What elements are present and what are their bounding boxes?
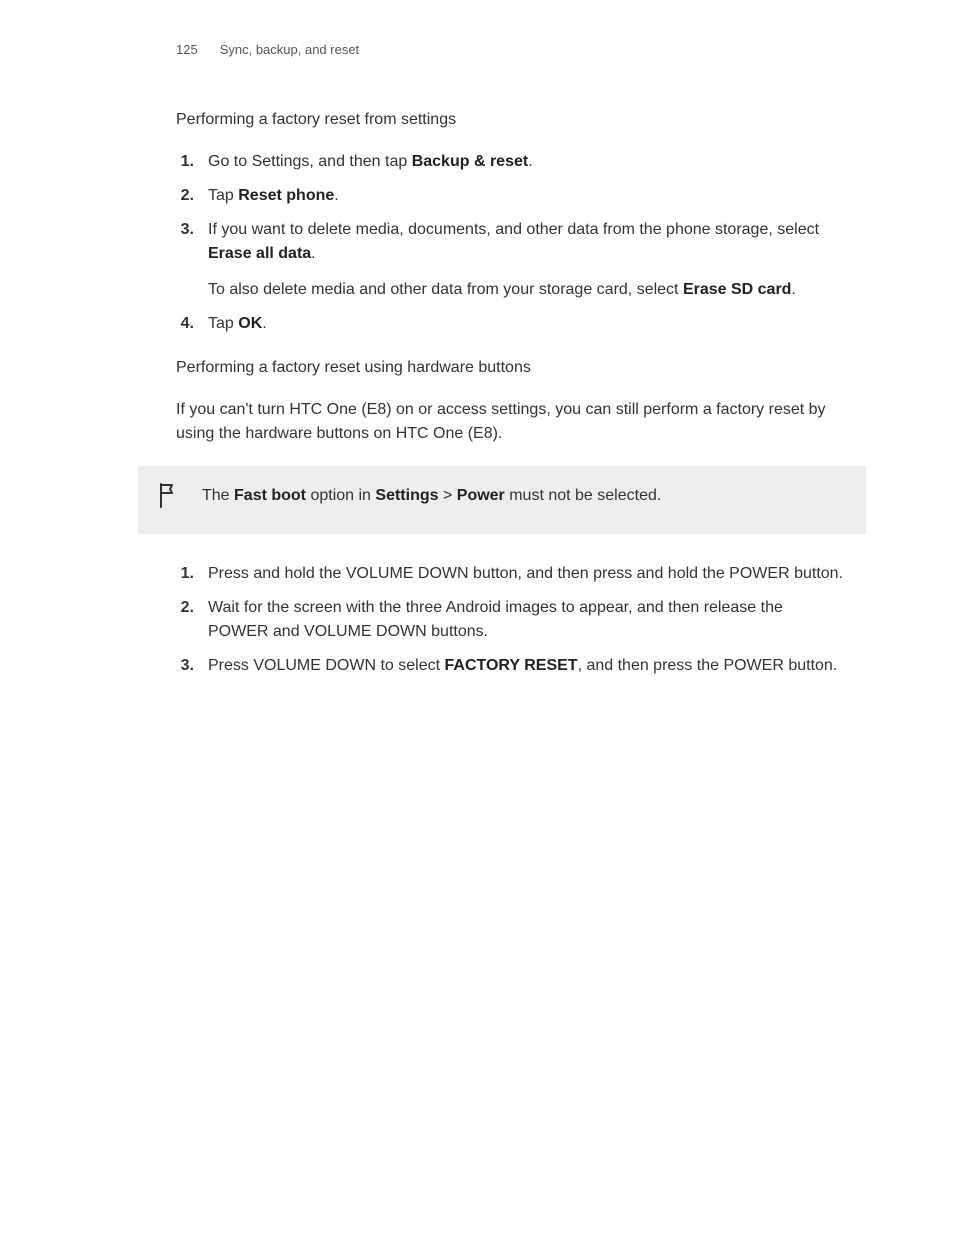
- text: Go to Settings, and then tap: [208, 153, 412, 170]
- section-title-2: Performing a factory reset using hardwar…: [176, 356, 846, 380]
- flag-icon: [158, 482, 180, 516]
- text: >: [439, 487, 457, 504]
- bold-text: Erase SD card: [683, 281, 792, 298]
- step-item: 3. If you want to delete media, document…: [176, 218, 846, 302]
- page-header: 125 Sync, backup, and reset: [176, 40, 846, 60]
- callout-text: The Fast boot option in Settings > Power…: [202, 484, 846, 508]
- callout-note: The Fast boot option in Settings > Power…: [138, 466, 866, 534]
- text: , and then press the POWER button.: [578, 657, 838, 674]
- text: .: [334, 187, 338, 204]
- steps-list-1: 1. Go to Settings, and then tap Backup &…: [176, 150, 846, 336]
- text: .: [262, 315, 266, 332]
- text: .: [791, 281, 795, 298]
- step-number: 4.: [176, 312, 194, 336]
- step-item: 1. Go to Settings, and then tap Backup &…: [176, 150, 846, 174]
- step-content: Press and hold the VOLUME DOWN button, a…: [208, 562, 846, 586]
- text: If you want to delete media, documents, …: [208, 221, 819, 238]
- step-content: Press VOLUME DOWN to select FACTORY RESE…: [208, 654, 846, 678]
- text: option in: [306, 487, 375, 504]
- text: Press and hold the VOLUME DOWN button, a…: [208, 562, 846, 586]
- bold-text: FACTORY RESET: [445, 657, 578, 674]
- bold-text: Settings: [375, 487, 438, 504]
- text: .: [528, 153, 532, 170]
- step-number: 3.: [176, 654, 194, 678]
- step-item: 4. Tap OK.: [176, 312, 846, 336]
- bold-text: Power: [457, 487, 505, 504]
- step-item: 3. Press VOLUME DOWN to select FACTORY R…: [176, 654, 846, 678]
- bold-text: OK: [238, 315, 262, 332]
- step-content: Wait for the screen with the three Andro…: [208, 596, 846, 644]
- step-number: 1.: [176, 150, 194, 174]
- step-number: 2.: [176, 184, 194, 208]
- text: Tap: [208, 315, 238, 332]
- step-number: 3.: [176, 218, 194, 302]
- bold-text: Erase all data: [208, 245, 311, 262]
- step-item: 2. Wait for the screen with the three An…: [176, 596, 846, 644]
- intro-paragraph: If you can't turn HTC One (E8) on or acc…: [176, 398, 846, 446]
- text: Wait for the screen with the three Andro…: [208, 596, 846, 644]
- step-content: Tap Reset phone.: [208, 184, 846, 208]
- step-content: Tap OK.: [208, 312, 846, 336]
- bold-text: Reset phone: [238, 187, 334, 204]
- bold-text: Backup & reset: [412, 153, 529, 170]
- breadcrumb: Sync, backup, and reset: [220, 40, 359, 60]
- page-number: 125: [176, 40, 198, 60]
- step-number: 1.: [176, 562, 194, 586]
- text: must not be selected.: [505, 487, 662, 504]
- text: The: [202, 487, 234, 504]
- section-title-1: Performing a factory reset from settings: [176, 108, 846, 132]
- steps-list-2: 1. Press and hold the VOLUME DOWN button…: [176, 562, 846, 678]
- document-page: 125 Sync, backup, and reset Performing a…: [0, 0, 954, 738]
- step-item: 2. Tap Reset phone.: [176, 184, 846, 208]
- step-number: 2.: [176, 596, 194, 644]
- step-content: If you want to delete media, documents, …: [208, 218, 846, 302]
- text: To also delete media and other data from…: [208, 281, 683, 298]
- text: .: [311, 245, 315, 262]
- text: Press VOLUME DOWN to select: [208, 657, 445, 674]
- step-content: Go to Settings, and then tap Backup & re…: [208, 150, 846, 174]
- text: Tap: [208, 187, 238, 204]
- bold-text: Fast boot: [234, 487, 306, 504]
- step-item: 1. Press and hold the VOLUME DOWN button…: [176, 562, 846, 586]
